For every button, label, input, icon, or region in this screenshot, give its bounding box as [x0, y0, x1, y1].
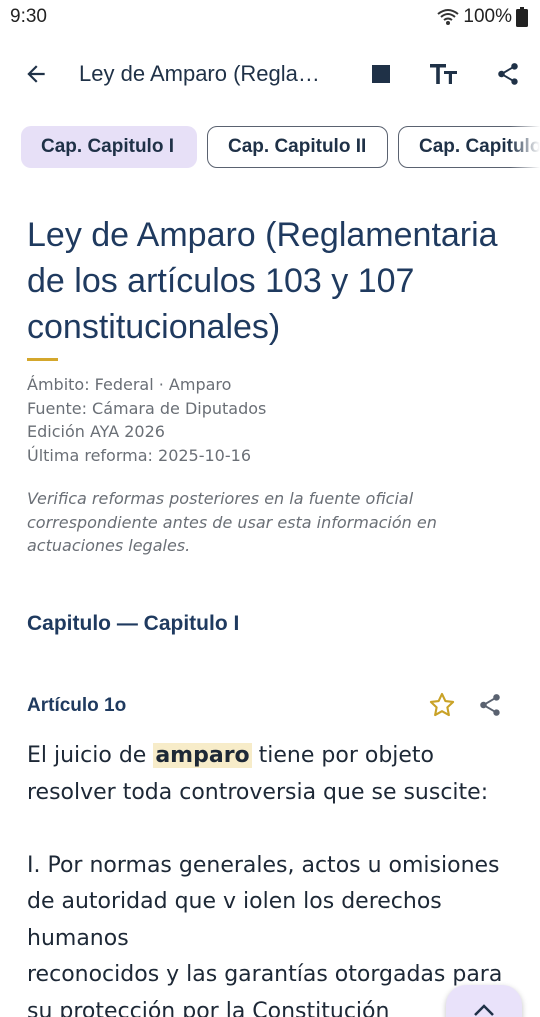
legal-disclaimer: Verifica reformas posteriores en la fuen… [27, 489, 437, 555]
text-size-icon [430, 64, 457, 84]
meta-ultima-reforma: Última reforma: 2025-10-16 [27, 445, 251, 465]
chapter-heading: Capitulo — Capitulo I [27, 612, 240, 635]
battery-icon [516, 7, 528, 27]
meta-ambito: Ámbito: Federal · Amparo [27, 375, 232, 394]
star-outline-icon [429, 692, 455, 717]
status-icons: 100% [437, 6, 528, 28]
wifi-icon [437, 8, 460, 26]
app-bar-title: Ley de Amparo (Reglamentaria de los artí… [79, 61, 329, 86]
article-body: El juicio de amparo tiene por objeto res… [27, 738, 527, 1017]
favorite-button[interactable] [427, 690, 457, 720]
stop-button[interactable] [363, 56, 399, 92]
title-accent-divider [27, 358, 58, 361]
law-metadata: Ámbito: Federal · Amparo Fuente: Cámara … [27, 373, 507, 467]
chip-capitulo-i[interactable]: Cap. Capitulo I [21, 126, 197, 168]
share-button[interactable] [490, 56, 526, 92]
stop-icon [372, 65, 390, 83]
battery-percent: 100% [463, 6, 512, 27]
law-title: Ley de Amparo (Reglamentaria de los artí… [27, 216, 498, 346]
search-highlight: amparo [153, 743, 252, 768]
status-time: 9:30 [10, 6, 47, 27]
meta-edicion: Edición AYA 2026 [27, 422, 165, 441]
app-bar: Ley de Amparo (Reglamentaria de los artí… [0, 44, 540, 104]
article-share-button[interactable] [475, 690, 505, 720]
arrow-up-icon [474, 1004, 494, 1016]
status-bar: 9:30 100% [0, 0, 540, 34]
article-intro: El juicio de amparo tiene por objeto res… [27, 743, 489, 805]
chip-capitulo-ii[interactable]: Cap. Capitulo II [207, 126, 388, 168]
arrow-back-icon [27, 65, 45, 83]
meta-fuente: Fuente: Cámara de Diputados [27, 398, 267, 418]
article-fraction-i: I. Por normas generales, actos u omision… [27, 852, 500, 951]
text-size-button[interactable] [426, 56, 462, 92]
back-button[interactable] [18, 56, 54, 92]
share-icon [498, 63, 518, 85]
article-label: Artículo 1o [27, 695, 127, 716]
share-icon [480, 694, 500, 716]
scroll-to-top-button[interactable] [446, 985, 522, 1017]
chapter-chips: Cap. Capitulo I Cap. Capitulo II Cap. Ca… [0, 126, 540, 168]
chip-capitulo-iii[interactable]: Cap. Capitulo III [398, 126, 540, 168]
